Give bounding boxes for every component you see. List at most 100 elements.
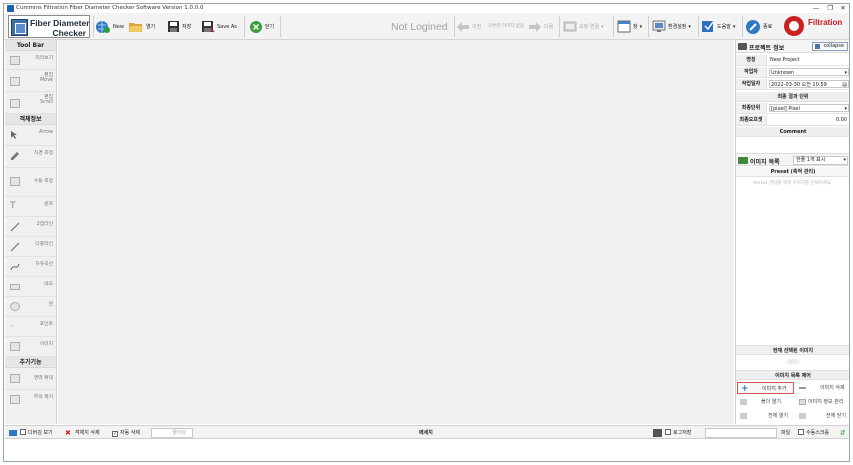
debug-view-checkbox[interactable]: 디버깅 보기 bbox=[20, 428, 53, 438]
close-file-button[interactable]: 닫기 bbox=[249, 15, 274, 38]
toolbar-divider bbox=[698, 16, 699, 37]
toolbar-divider bbox=[244, 16, 245, 37]
minimize-button[interactable]: — bbox=[809, 4, 823, 13]
count-input[interactable]: 줄이상 bbox=[151, 428, 193, 438]
help-book-icon bbox=[702, 21, 714, 32]
open-button[interactable]: 열기 bbox=[128, 15, 155, 38]
offset-row: 최종오프셋 0.00 bbox=[736, 115, 849, 126]
tool-image[interactable]: 이미지 bbox=[5, 337, 56, 357]
settings-button[interactable]: 환경설정 ▾ bbox=[652, 15, 691, 38]
bottom-area bbox=[5, 440, 849, 461]
unit-select[interactable]: [pixel] Pixel ▾ bbox=[769, 104, 849, 112]
tool-arrow[interactable]: Arrow bbox=[5, 125, 56, 146]
next-button[interactable]: 다음 bbox=[528, 15, 553, 38]
exit-button[interactable]: 종료 bbox=[745, 15, 772, 38]
preview-icon bbox=[10, 56, 20, 65]
chevron-down-icon: ▾ bbox=[688, 23, 691, 30]
two-point-line-icon bbox=[10, 222, 20, 232]
file-button[interactable]: 파일 bbox=[781, 428, 790, 438]
arrow-left-icon bbox=[457, 21, 469, 32]
open-all-button[interactable]: 전체 열기 bbox=[737, 410, 794, 422]
date-picker[interactable]: 2022-03-30 오전 10:59 ▤ bbox=[769, 80, 849, 88]
object-section-title: 객체정보 bbox=[5, 114, 56, 125]
unit-row: 최종단위 [pixel] Pixel ▾ bbox=[736, 103, 849, 114]
author-row: 작업자 Unknown ▾ bbox=[736, 67, 849, 78]
author-select[interactable]: Unknown ▾ bbox=[769, 68, 849, 76]
freehand-curve-icon bbox=[10, 262, 20, 271]
toolbar-divider bbox=[280, 16, 281, 37]
login-status: Not Logined bbox=[391, 21, 448, 33]
window-menu-button[interactable]: 창 ▾ bbox=[617, 15, 642, 38]
tool-manual-measure[interactable]: 수동 측정 bbox=[5, 168, 56, 197]
selected-image-title: 현재 선택된 이미지 bbox=[736, 345, 849, 355]
chevron-down-icon: ▾ bbox=[844, 106, 847, 112]
move-icon bbox=[10, 77, 20, 86]
floppy-save-as-icon bbox=[202, 21, 215, 33]
preset-hint: Preset 관리를 위해 이미지를 선택하세요. bbox=[753, 181, 833, 186]
tool-diameter-measure[interactable]: 직경 측정 bbox=[5, 146, 56, 168]
chevron-down-icon: ▾ bbox=[732, 23, 736, 30]
delete-objects-button[interactable]: 객체지 삭제 bbox=[75, 428, 100, 438]
tool-rectangle[interactable]: 네모 bbox=[5, 277, 56, 297]
tool-two-point-line[interactable]: 2점라인 bbox=[5, 217, 56, 237]
tool-noise-remove[interactable]: 무의 제거 bbox=[5, 390, 56, 408]
noise-remove-icon bbox=[10, 395, 20, 404]
open-all-icon bbox=[740, 413, 747, 419]
image-icon bbox=[10, 342, 20, 351]
help-button[interactable]: 도움말 ▾ bbox=[701, 15, 735, 38]
tool-freehand-curve[interactable]: 자유곡선 bbox=[5, 257, 56, 277]
open-folder-button[interactable]: 폴더 열기 bbox=[737, 396, 794, 408]
new-button[interactable]: New bbox=[95, 15, 124, 38]
toolbar-divider bbox=[93, 16, 94, 37]
log-save-checkbox[interactable]: 로그저장 bbox=[665, 428, 691, 438]
folder-open-icon bbox=[129, 23, 143, 32]
comment-field[interactable] bbox=[736, 138, 849, 153]
status-bar: 디버깅 보기 ✖ 객체지 삭제 자동 삭제 줄이상 메세지 로그저장 파일 수동… bbox=[5, 425, 849, 439]
close-all-button[interactable]: 전체 닫기 bbox=[796, 410, 849, 422]
save-button[interactable]: 저장 bbox=[167, 15, 191, 38]
toolbar-divider bbox=[648, 16, 649, 37]
chevron-down-icon: ▾ bbox=[844, 70, 847, 76]
cummins-logo-icon bbox=[784, 16, 804, 36]
close-all-icon bbox=[799, 413, 806, 419]
tool-edit-move[interactable]: 편집 Move bbox=[5, 70, 56, 92]
text-icon: T bbox=[10, 201, 16, 211]
image-info-button[interactable]: 이미지 정보 관리 bbox=[796, 396, 849, 408]
prev-button[interactable]: 이전 bbox=[456, 15, 481, 38]
chevron-down-icon: ▾ bbox=[601, 23, 604, 30]
tool-point[interactable]: ◦ 포인트 bbox=[5, 317, 56, 337]
window-title: Cummins Filtration Fiber Diameter Checke… bbox=[16, 5, 204, 11]
preset-title: Preset (축적 관리) bbox=[736, 167, 849, 177]
comment-title: Comment bbox=[736, 127, 849, 137]
logo-text-line1: Fiber Diameter bbox=[30, 18, 90, 28]
status-ok-icon: ⇵ bbox=[840, 429, 846, 437]
tool-circle[interactable]: 원 bbox=[5, 297, 56, 317]
close-circle-icon bbox=[250, 20, 262, 33]
toolbar-divider bbox=[454, 16, 455, 37]
date-row: 작업일자 2022-03-30 오전 10:59 ▤ bbox=[736, 79, 849, 90]
tool-polyline[interactable]: 다중라인 bbox=[5, 237, 56, 257]
tool-edit-scroll[interactable]: 편집 Scroll bbox=[5, 92, 56, 114]
project-name-field[interactable]: New Project bbox=[769, 56, 849, 64]
tool-text[interactable]: T 문자 bbox=[5, 197, 56, 217]
tool-zoom-area[interactable]: 영역 확대 bbox=[5, 368, 56, 390]
save-as-button[interactable]: Save As bbox=[201, 15, 237, 38]
extra-section-title: 추가기능 bbox=[5, 357, 56, 368]
close-window-button[interactable]: ✕ bbox=[836, 4, 849, 13]
maximize-button[interactable]: ❐ bbox=[823, 4, 837, 13]
add-image-button[interactable]: + 이미지 추가 bbox=[737, 382, 794, 394]
toolbar-divider bbox=[742, 16, 743, 37]
image-canvas[interactable] bbox=[58, 40, 734, 424]
offset-field[interactable]: 0.00 bbox=[769, 116, 849, 124]
collapse-button[interactable]: collapse bbox=[812, 42, 848, 51]
manual-scroll-checkbox[interactable]: 수동스크롤 bbox=[798, 428, 829, 438]
pen-icon bbox=[10, 151, 20, 160]
image-list-area[interactable] bbox=[736, 190, 849, 344]
toolbar-section-title: Tool Bar bbox=[5, 40, 56, 51]
calibration-button[interactable]: 교정 연결 ▾ bbox=[563, 15, 604, 38]
delete-image-button[interactable]: 이미지 삭제 bbox=[796, 382, 849, 394]
log-file-path-input[interactable] bbox=[705, 428, 777, 438]
auto-delete-checkbox[interactable]: 자동 삭제 bbox=[112, 428, 140, 438]
view-mode-select[interactable]: 한줄 1개 표시 ▾ bbox=[793, 156, 848, 165]
tool-preview[interactable]: 미리보기 bbox=[5, 51, 56, 70]
